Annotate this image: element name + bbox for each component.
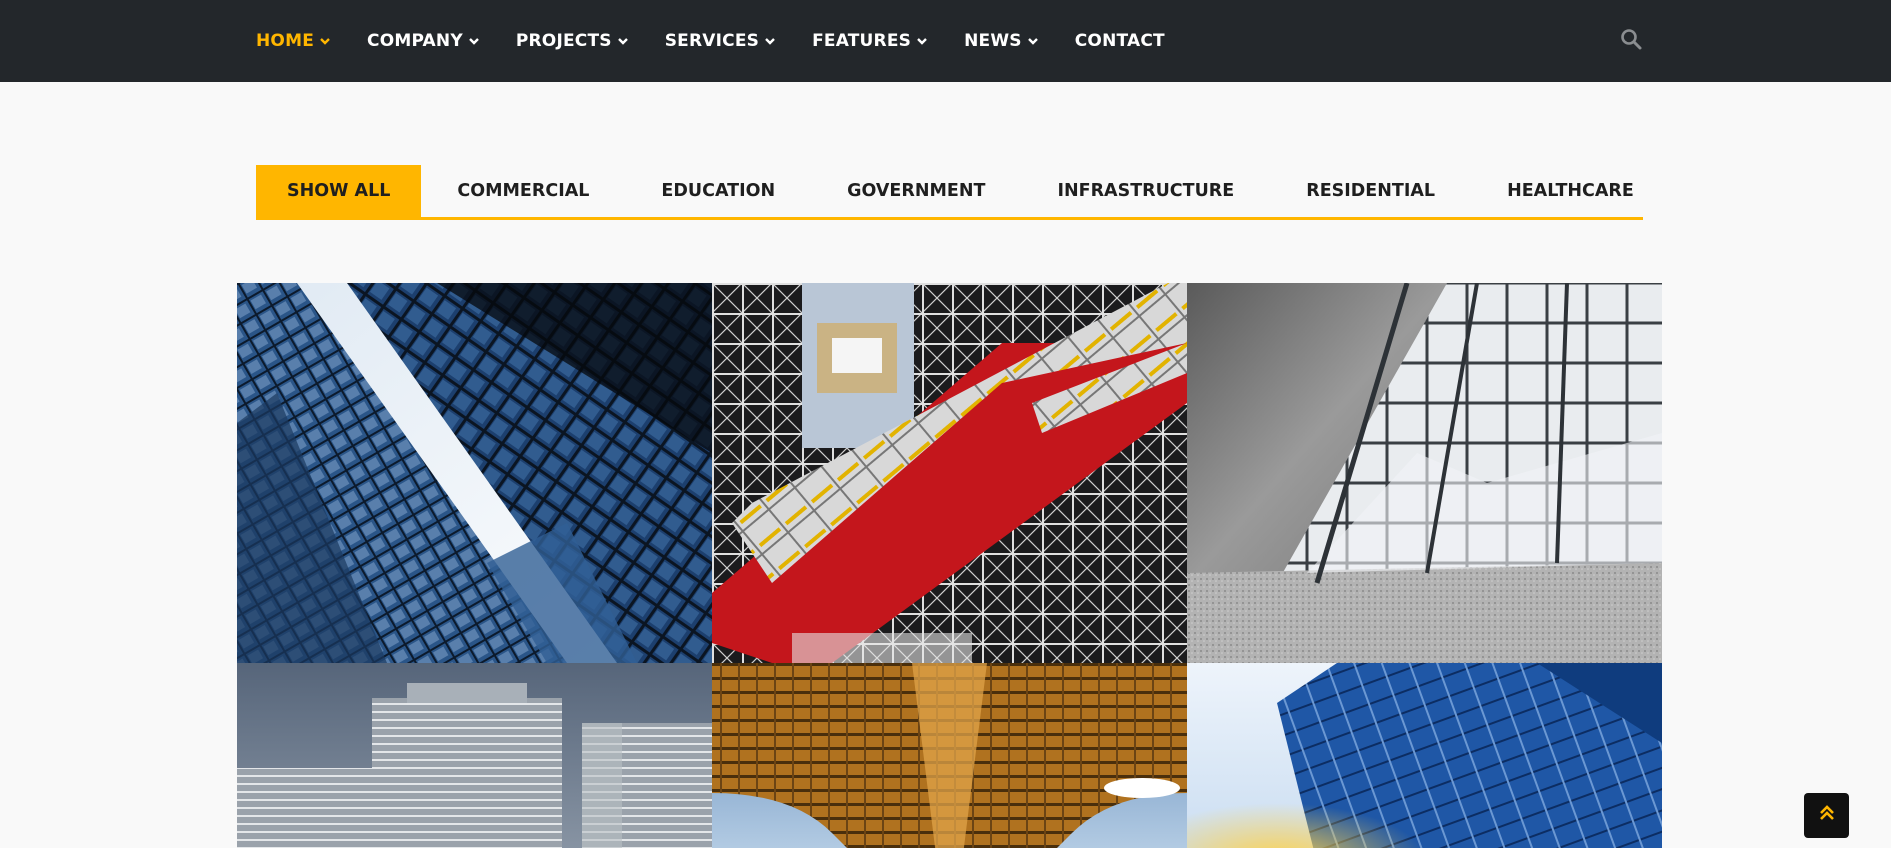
nav-item-label: HOME (256, 31, 315, 51)
filter-tab-show-all[interactable]: SHOW ALL (256, 165, 422, 217)
nav-item-services[interactable]: SERVICES (665, 31, 776, 51)
project-tile-blue-tower[interactable] (1187, 663, 1662, 848)
chevron-down-icon (916, 35, 928, 47)
nav-item-label: FEATURES (812, 31, 912, 51)
project-tile-glass-skyscrapers[interactable] (237, 283, 712, 663)
main-menu: HOME COMPANY PROJECTS SERVICES FEATURES … (256, 0, 1201, 82)
chevron-down-icon (319, 35, 331, 47)
glass-pavilion-photo (1187, 283, 1662, 663)
nav-item-label: CONTACT (1074, 31, 1165, 51)
nav-item-features[interactable]: FEATURES (812, 31, 928, 51)
top-navigation: HOME COMPANY PROJECTS SERVICES FEATURES … (0, 0, 1891, 82)
escalator-tube-building-photo (712, 283, 1187, 663)
double-chevron-up-icon (1817, 803, 1837, 828)
nav-item-contact[interactable]: CONTACT (1075, 31, 1165, 51)
bridge-underside-photo (712, 663, 1187, 848)
blue-glass-tower-photo (1187, 663, 1662, 848)
project-tile-office-towers[interactable] (237, 663, 712, 848)
nav-item-projects[interactable]: PROJECTS (516, 31, 629, 51)
project-tile-bridge[interactable] (712, 663, 1187, 848)
nav-item-label: NEWS (964, 31, 1022, 51)
project-tile-escalator-building[interactable] (712, 283, 1187, 663)
project-filter-tabs: SHOW ALL COMMERCIAL EDUCATION GOVERNMENT… (256, 165, 1643, 220)
nav-item-label: COMPANY (367, 31, 463, 51)
chevron-down-icon (1027, 35, 1039, 47)
filter-tab-residential[interactable]: RESIDENTIAL (1270, 165, 1471, 217)
chevron-down-icon (764, 35, 776, 47)
nav-item-label: PROJECTS (515, 31, 612, 51)
chevron-down-icon (468, 35, 480, 47)
nav-item-home[interactable]: HOME (256, 31, 331, 51)
search-icon[interactable] (1619, 27, 1643, 51)
office-towers-photo (237, 663, 712, 848)
back-to-top-button[interactable] (1804, 793, 1849, 838)
filter-tab-infrastructure[interactable]: INFRASTRUCTURE (1021, 165, 1270, 217)
nav-item-label: SERVICES (664, 31, 760, 51)
glass-skyscrapers-photo (237, 283, 712, 663)
filter-tab-government[interactable]: GOVERNMENT (811, 165, 1021, 217)
project-tile-glass-pavilion[interactable] (1187, 283, 1662, 663)
chevron-down-icon (617, 35, 629, 47)
filter-tab-healthcare[interactable]: HEALTHCARE (1471, 165, 1670, 217)
nav-item-company[interactable]: COMPANY (367, 31, 480, 51)
filter-tab-education[interactable]: EDUCATION (625, 165, 811, 217)
nav-item-news[interactable]: NEWS (964, 31, 1039, 51)
project-gallery (237, 283, 1662, 848)
filter-tab-commercial[interactable]: COMMERCIAL (421, 165, 625, 217)
